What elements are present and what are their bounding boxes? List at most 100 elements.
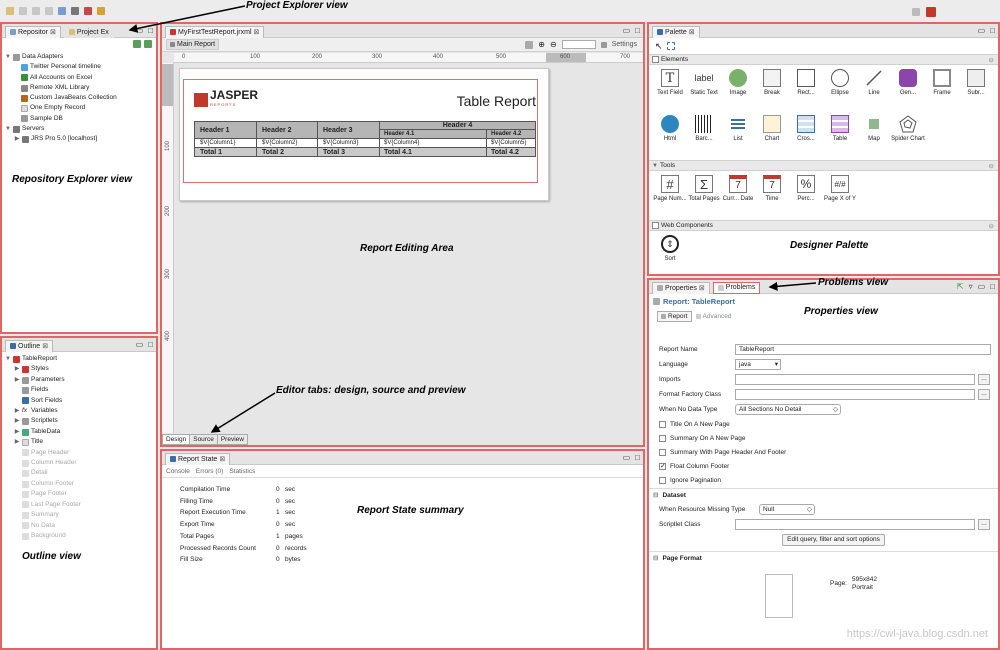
- tab-repository[interactable]: Repositor ⊠: [5, 25, 61, 38]
- summary-header-footer-checkbox[interactable]: Summary With Page Header And Footer: [649, 445, 998, 459]
- add-icon[interactable]: [133, 40, 141, 48]
- tree-item[interactable]: Summary: [5, 510, 156, 520]
- page-format-section-header[interactable]: ⊟ Page Format: [649, 551, 998, 564]
- refresh-icon[interactable]: [144, 40, 152, 48]
- window-controls[interactable]: ▭ □: [136, 26, 153, 35]
- palette-item-image[interactable]: Image: [721, 68, 755, 114]
- tab-report-file[interactable]: MyFirstTestReport.jrxml ⊠: [165, 25, 265, 38]
- title-new-page-checkbox[interactable]: Title On A New Page: [649, 417, 998, 431]
- palette-item-rect[interactable]: Rect...: [789, 68, 823, 114]
- table-header-cell[interactable]: Header 2: [257, 122, 318, 138]
- palette-item-static-text[interactable]: label Static Text: [687, 68, 721, 114]
- tab-source[interactable]: Source: [190, 434, 218, 445]
- summary-new-page-checkbox[interactable]: Summary On A New Page: [649, 431, 998, 445]
- tree-item[interactable]: Last Page Footer: [5, 500, 156, 510]
- window-controls[interactable]: ⇱ ▿ ▭ □: [957, 282, 995, 291]
- tree-item[interactable]: Page Footer: [5, 489, 156, 499]
- main-report-breadcrumb[interactable]: Main Report: [166, 39, 220, 50]
- subtab-errors[interactable]: Errors (0): [196, 468, 223, 475]
- palette-item-cros[interactable]: Cros...: [789, 114, 823, 160]
- tree-item[interactable]: Column Header: [5, 458, 156, 468]
- palette-item-text-field[interactable]: T Text Field: [653, 68, 687, 114]
- tree-item[interactable]: Column Footer: [5, 479, 156, 489]
- tree-item[interactable]: Twitter Personal timeline: [5, 62, 156, 72]
- table-header-cell[interactable]: Header 4.2: [487, 130, 535, 138]
- table-cell[interactable]: $V{Column5}: [487, 139, 535, 147]
- tree-item[interactable]: Page Header: [5, 448, 156, 458]
- tab-report-state[interactable]: Report State ⊠: [165, 452, 231, 465]
- tree-item[interactable]: One Empty Record: [5, 103, 156, 113]
- web-components-section-header[interactable]: Web Components ⊖: [649, 220, 998, 231]
- tree-item[interactable]: ▶ Scriptlets: [5, 416, 156, 426]
- palette-item-perc[interactable]: % Perc...: [789, 174, 823, 220]
- subtab-console[interactable]: Console: [166, 468, 190, 475]
- open-icon[interactable]: [19, 7, 27, 15]
- dataset-section-header[interactable]: ⊟ Dataset: [649, 488, 998, 501]
- perspective-icon[interactable]: [912, 8, 920, 16]
- table-total-cell[interactable]: Total 4.2: [487, 148, 535, 156]
- when-no-data-select[interactable]: All Sections No Detail ◇: [735, 404, 841, 415]
- report-page[interactable]: JASPER REPORTS Table Report Header 1 Hea…: [179, 68, 549, 201]
- tab-palette[interactable]: Palette ⊠: [652, 25, 700, 38]
- tree-item[interactable]: All Accounts on Excel: [5, 73, 156, 83]
- float-column-footer-checkbox[interactable]: ✓ Float Column Footer: [649, 459, 998, 473]
- ignore-pagination-checkbox[interactable]: Ignore Pagination: [649, 473, 998, 487]
- subtab-advanced[interactable]: Advanced: [695, 313, 731, 320]
- report-title[interactable]: Table Report: [457, 93, 536, 109]
- palette-item-page-num[interactable]: # Page Num...: [653, 174, 687, 220]
- table-header-cell[interactable]: Header 1: [195, 122, 257, 138]
- jaspersoft-perspective-icon[interactable]: [926, 7, 936, 17]
- table-total-cell[interactable]: Total 2: [257, 148, 318, 156]
- palette-item-gen[interactable]: Gen...: [891, 68, 925, 114]
- settings-button[interactable]: Settings: [612, 41, 637, 48]
- tree-item[interactable]: ▶ Parameters: [5, 375, 156, 385]
- select-tool-icon[interactable]: ↖: [655, 41, 663, 52]
- window-controls[interactable]: ▭ □: [623, 26, 640, 35]
- palette-item-sort[interactable]: ⇕ Sort: [653, 234, 687, 274]
- format-factory-input[interactable]: [735, 389, 975, 400]
- elements-section-header[interactable]: Elements ⊖: [649, 54, 998, 65]
- table-total-cell[interactable]: Total 3: [318, 148, 380, 156]
- wand-icon[interactable]: [97, 7, 105, 15]
- subtab-report[interactable]: Report: [657, 310, 692, 322]
- tab-preview[interactable]: Preview: [217, 434, 248, 445]
- tab-design[interactable]: Design: [162, 434, 191, 445]
- format-factory-browse-button[interactable]: …: [978, 389, 990, 400]
- palette-item-html[interactable]: Html: [653, 114, 687, 160]
- tree-item[interactable]: Sort Fields: [5, 396, 156, 406]
- zoom-out-icon[interactable]: ⊖: [550, 40, 557, 49]
- zoom-in-icon[interactable]: ⊕: [538, 40, 545, 49]
- palette-item-curr-date[interactable]: 7 Curr... Date: [721, 174, 755, 220]
- palette-item-line[interactable]: Line: [857, 68, 891, 114]
- tree-item[interactable]: Sample DB: [5, 114, 156, 124]
- window-controls[interactable]: ▭ □: [978, 26, 995, 35]
- when-resource-missing-select[interactable]: Null ◇: [759, 503, 815, 515]
- table-cell[interactable]: $V{Column3}: [318, 139, 380, 147]
- table-cell[interactable]: $V{Column2}: [257, 139, 318, 147]
- tree-item-servers[interactable]: ▼ Servers: [5, 124, 156, 134]
- table-cell[interactable]: $V{Column4}: [380, 139, 487, 147]
- tab-properties[interactable]: Properties ⊠: [652, 281, 710, 294]
- tree-item[interactable]: ▶ JRS Pro 5.0 [localhost]: [5, 134, 156, 144]
- tree-item[interactable]: Custom JavaBeans Collection: [5, 93, 156, 103]
- print-icon[interactable]: [45, 7, 53, 15]
- palette-item-spider-chart[interactable]: Spider Chart: [891, 114, 925, 160]
- imports-input[interactable]: [735, 374, 975, 385]
- new-icon[interactable]: [6, 7, 14, 15]
- tab-problems[interactable]: Problems: [712, 281, 761, 294]
- tree-item[interactable]: Fields: [5, 385, 156, 395]
- palette-item-chart[interactable]: Chart: [755, 114, 789, 160]
- tab-outline[interactable]: Outline ⊠: [5, 339, 54, 352]
- table-total-cell[interactable]: Total 4.1: [380, 148, 487, 156]
- palette-item-page-x-of-y[interactable]: #/# Page X of Y: [823, 174, 857, 220]
- table-cell[interactable]: $V{Column1}: [195, 139, 257, 147]
- list-icon[interactable]: [71, 7, 79, 15]
- table-total-cell[interactable]: Total 1: [195, 148, 257, 156]
- table-header-cell[interactable]: Header 3: [318, 122, 380, 138]
- scriptlet-browse-button[interactable]: …: [978, 519, 990, 530]
- report-table[interactable]: Header 1 Header 2 Header 3 Header 4 Head…: [194, 121, 536, 157]
- tools-section-header[interactable]: ▼ Tools ⊖: [649, 160, 998, 171]
- table-header-cell[interactable]: Header 4: [380, 122, 535, 130]
- marquee-tool-icon[interactable]: [666, 42, 675, 50]
- zoom-select[interactable]: [561, 40, 596, 49]
